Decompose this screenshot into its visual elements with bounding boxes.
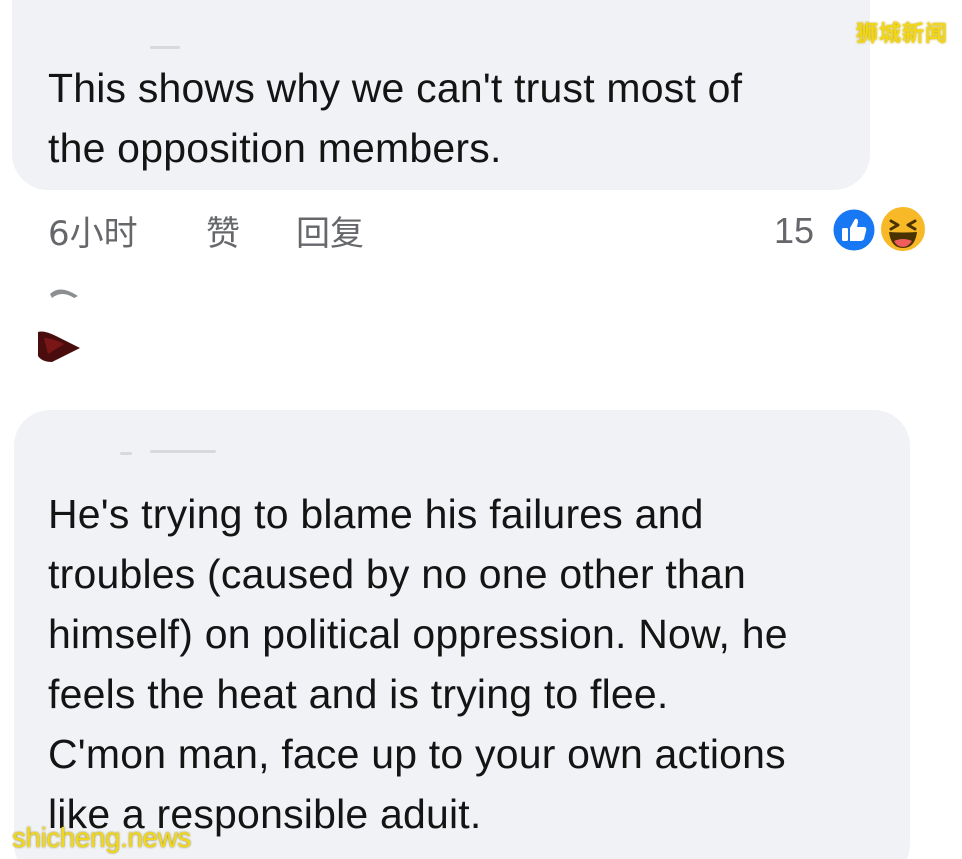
watermark-bottom: shicheng.news bbox=[12, 822, 191, 853]
watermark-top: 狮城新闻 bbox=[855, 22, 948, 47]
like-icon[interactable] bbox=[830, 206, 878, 254]
redacted-author-name-2b bbox=[120, 452, 132, 455]
reaction-count[interactable]: 15 bbox=[774, 210, 814, 252]
comment-text-2: He's trying to blame his failures and tr… bbox=[48, 491, 788, 837]
haha-icon[interactable] bbox=[878, 204, 928, 254]
redacted-author-name-2 bbox=[150, 450, 216, 453]
redacted-author-name-1 bbox=[150, 46, 180, 49]
avatar-fragment-bottom bbox=[38, 331, 80, 362]
comment-actions-1: 6小时 赞 回复 15 bbox=[0, 204, 962, 255]
comment-text-1: This shows why we can't trust most of th… bbox=[48, 65, 743, 171]
reply-button[interactable]: 回复 bbox=[296, 206, 364, 255]
like-button[interactable]: 赞 bbox=[206, 206, 240, 255]
avatar-fragment-top bbox=[50, 289, 78, 298]
comment-timestamp[interactable]: 6小时 bbox=[48, 206, 138, 255]
